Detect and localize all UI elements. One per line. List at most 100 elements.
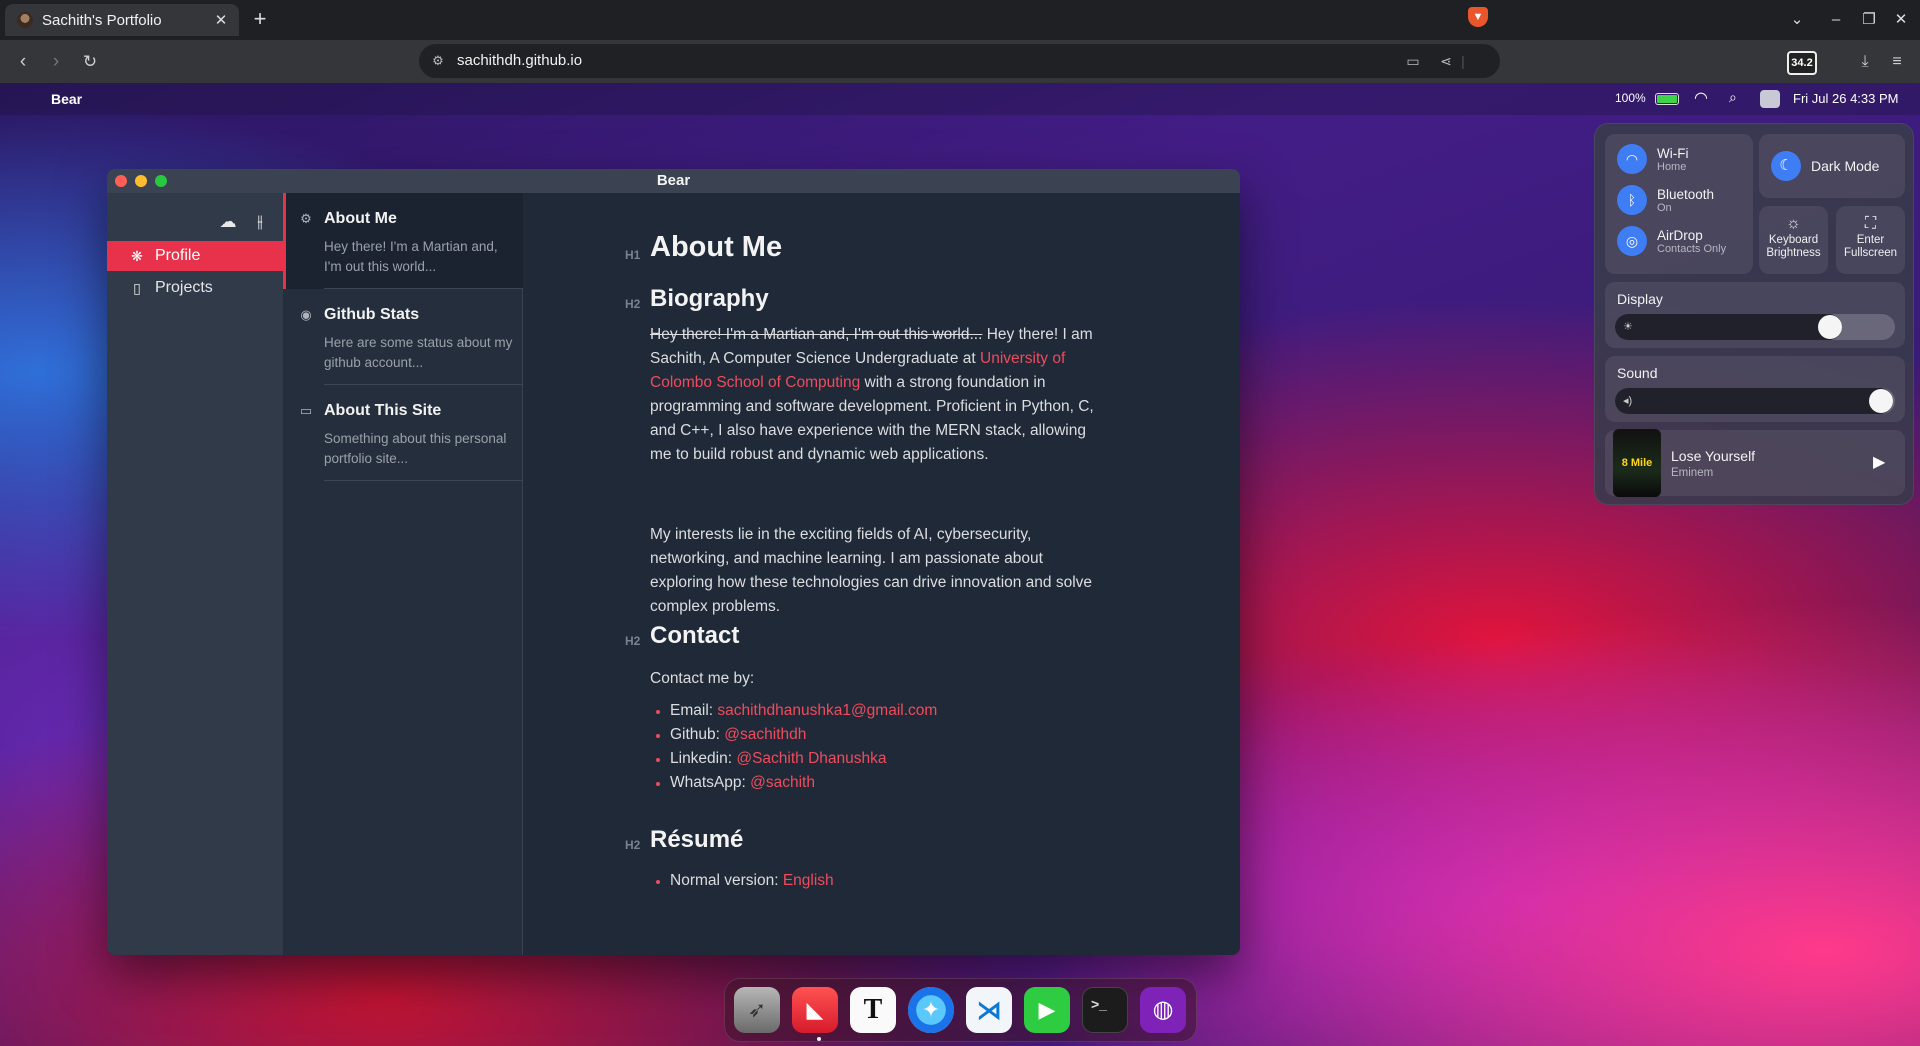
note-about-me[interactable]: ⚙ About Me Hey there! I'm a Martian and,… <box>283 193 523 289</box>
apple-icon[interactable] <box>15 89 33 109</box>
running-indicator <box>817 1037 821 1041</box>
note-github-stats[interactable]: ◉ Github Stats Here are some status abou… <box>283 289 523 385</box>
list-item: WhatsApp: @sachith <box>650 771 1110 795</box>
biography-paragraph: Hey there! I'm a Martian and, I'm out th… <box>650 323 1110 467</box>
vscode-icon[interactable]: ⋊ <box>966 987 1012 1033</box>
sidebar-item-projects[interactable]: ▯ Projects <box>107 273 283 303</box>
back-icon[interactable]: ‹ <box>10 49 36 75</box>
now-playing-tile: 8 Mile Lose Yourself Eminem ▶ <box>1605 429 1905 497</box>
tab-close-icon[interactable]: ✕ <box>211 10 231 30</box>
minimize-icon[interactable]: – <box>1824 8 1848 32</box>
separator: | <box>1461 53 1465 69</box>
new-tab-button[interactable]: + <box>248 7 272 31</box>
control-center-icon[interactable] <box>1760 90 1780 108</box>
extension-badge[interactable]: 34.2 <box>1787 51 1817 75</box>
close-window-icon[interactable]: ✕ <box>1889 8 1913 32</box>
speaker-icon: ◂) <box>1623 395 1633 407</box>
launchpad-icon[interactable]: ➶ <box>734 987 780 1033</box>
address-bar[interactable]: ⚙ sachithdh.github.io ▭ ⋖ | <box>419 44 1500 78</box>
sliders-icon[interactable]: ⫲ <box>249 211 271 233</box>
network-tile: ◠ Wi-Fi Home ᛒ Bluetooth On ◎ AirDrop Conta… <box>1605 134 1753 274</box>
sound-slider-knob[interactable] <box>1869 389 1893 413</box>
github-icon[interactable]: ◍ <box>1140 987 1186 1033</box>
sound-tile: Sound ◂) <box>1605 356 1905 422</box>
bluetooth-status: On <box>1657 201 1672 214</box>
battery-percent: 100% <box>1615 91 1646 105</box>
facetime-icon[interactable]: ▶ <box>1024 987 1070 1033</box>
active-app-name[interactable]: Bear <box>51 91 82 107</box>
enter-fullscreen-button[interactable]: ⛶ Enter Fullscreen <box>1836 206 1905 274</box>
bluetooth-icon: ᛒ <box>1617 185 1647 215</box>
fullscreen-label: Enter <box>1856 234 1885 246</box>
bear-window: Bear ☁ ⫲ ❋ Profile ▯ Projects ⚙ About Me… <box>107 169 1240 955</box>
whatsapp-link[interactable]: @sachith <box>750 774 815 791</box>
wifi-icon[interactable]: ◠ <box>1694 88 1708 108</box>
moon-icon: ☾ <box>1771 151 1801 181</box>
battery-icon <box>1655 93 1679 105</box>
paw-icon: ❋ <box>131 248 143 264</box>
note-title: About This Site <box>324 402 442 419</box>
keyboard-brightness-button[interactable]: ☼ Keyboard Brightness <box>1759 206 1828 274</box>
list-item: Normal version: English <box>650 869 1110 893</box>
menu-bar: Bear 100% ◠ ⌕ Fri Jul 26 4:33 PM <box>0 83 1920 115</box>
list-item: Github: @sachithdh <box>650 723 1110 747</box>
h2-marker: H2 <box>625 297 641 311</box>
close-button[interactable] <box>115 175 127 187</box>
note-about-this-site[interactable]: ▭ About This Site Something about this p… <box>283 385 523 481</box>
zoom-button[interactable] <box>155 175 167 187</box>
contact-heading: Contact <box>650 622 740 649</box>
site-info-icon[interactable]: ⚙ <box>429 52 447 70</box>
list-item: Linkedin: @Sachith Dhanushka <box>650 747 1110 771</box>
page-title: About Me <box>650 231 783 263</box>
minimize-button[interactable] <box>135 175 147 187</box>
github-link[interactable]: @sachithdh <box>724 726 806 743</box>
linkedin-link[interactable]: @Sachith Dhanushka <box>736 750 886 767</box>
window-icon: ▭ <box>299 403 313 418</box>
divider <box>324 480 523 481</box>
bluetooth-toggle[interactable]: ᛒ Bluetooth On <box>1617 185 1714 215</box>
brave-shield-icon[interactable]: ▼ <box>1468 7 1488 27</box>
window-title: Bear <box>107 169 1240 193</box>
typora-icon[interactable]: T <box>850 987 896 1033</box>
track-title: Lose Yourself <box>1671 448 1756 464</box>
tab-search-icon[interactable]: ⌄ <box>1785 8 1809 32</box>
sidebar-item-profile[interactable]: ❋ Profile <box>107 241 283 271</box>
terminal-icon[interactable]: >_ <box>1082 987 1128 1033</box>
resume-english-link[interactable]: English <box>783 872 834 889</box>
cast-icon[interactable]: ▭ <box>1403 51 1423 71</box>
note-editor[interactable]: H1 About Me H2 Biography Hey there! I'm … <box>524 193 1240 955</box>
notebook-icon: ▯ <box>133 280 141 296</box>
cloud-off-icon[interactable]: ☁ <box>217 211 239 233</box>
restore-icon[interactable]: ❐ <box>1857 8 1881 32</box>
album-art: 8 Mile <box>1613 429 1661 497</box>
reload-icon[interactable]: ↻ <box>77 49 103 75</box>
contact-label: Linkedin: <box>670 750 737 767</box>
search-icon[interactable]: ⌕ <box>1729 89 1737 106</box>
sidebar-item-label: Profile <box>155 247 201 264</box>
safari-icon[interactable]: ✦ <box>908 987 954 1033</box>
dark-mode-toggle[interactable]: ☾ Dark Mode <box>1759 134 1905 198</box>
contact-label: WhatsApp: <box>670 774 751 791</box>
display-slider[interactable]: ☀ <box>1615 314 1895 340</box>
airdrop-toggle[interactable]: ◎ AirDrop Contacts Only <box>1617 226 1726 256</box>
wifi-toggle[interactable]: ◠ Wi-Fi Home <box>1617 144 1688 174</box>
browser-tab[interactable]: Sachith's Portfolio ✕ <box>5 4 239 36</box>
display-slider-knob[interactable] <box>1818 315 1842 339</box>
url-text[interactable]: sachithdh.github.io <box>457 52 582 69</box>
bluetooth-label: Bluetooth <box>1657 186 1715 202</box>
play-icon[interactable]: ▶ <box>1873 452 1885 472</box>
datetime[interactable]: Fri Jul 26 4:33 PM <box>1793 91 1899 106</box>
tab-favicon-icon <box>17 12 33 28</box>
email-link[interactable]: sachithdhanushka1@gmail.com <box>717 702 937 719</box>
battery-fill <box>1657 95 1677 103</box>
bear-icon[interactable]: ◣ <box>792 987 838 1033</box>
wifi-icon: ◠ <box>1617 144 1647 174</box>
sound-slider[interactable]: ◂) <box>1615 388 1895 414</box>
download-icon[interactable]: ⤓ <box>1852 49 1878 75</box>
resume-heading: Résumé <box>650 826 744 853</box>
note-snippet: Something about this personal portfolio … <box>324 431 507 466</box>
display-tile: Display ☀ <box>1605 282 1905 348</box>
menu-icon[interactable]: ≡ <box>1884 49 1910 75</box>
interests-paragraph: My interests lie in the exciting fields … <box>650 526 1093 615</box>
forward-icon[interactable]: › <box>43 49 69 75</box>
